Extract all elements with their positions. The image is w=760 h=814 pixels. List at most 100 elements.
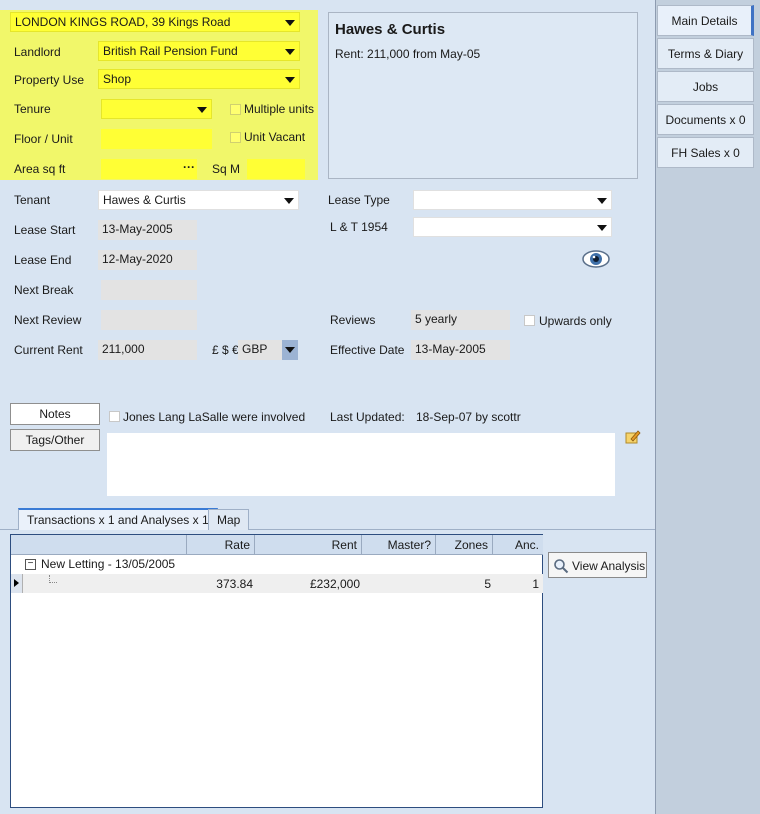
lease-end-value[interactable]: 12-May-2020 bbox=[98, 250, 197, 270]
chevron-down-icon[interactable] bbox=[284, 198, 294, 204]
current-row-icon bbox=[14, 579, 19, 587]
lease-end-label: Lease End bbox=[14, 253, 72, 267]
property-use-value: Shop bbox=[103, 72, 132, 86]
next-review-label: Next Review bbox=[14, 313, 82, 327]
address-value: LONDON KINGS ROAD, 39 Kings Road bbox=[15, 15, 231, 29]
eye-icon[interactable] bbox=[581, 248, 611, 270]
tenure-combo[interactable] bbox=[101, 99, 212, 119]
tab-fh-sales-label: FH Sales x 0 bbox=[671, 146, 740, 160]
tab-map[interactable]: Map bbox=[208, 509, 250, 530]
currency-dropdown-button[interactable] bbox=[282, 340, 298, 360]
cell-rent: £232,000 bbox=[309, 577, 360, 591]
jll-involved-label: Jones Lang LaSalle were involved bbox=[123, 410, 306, 424]
next-break-label: Next Break bbox=[14, 283, 74, 297]
tenant-label: Tenant bbox=[14, 193, 51, 207]
tab-jobs-label: Jobs bbox=[692, 80, 719, 94]
unit-vacant-checkbox[interactable] bbox=[230, 132, 241, 143]
tab-main-details-label: Main Details bbox=[671, 14, 738, 28]
chevron-down-icon[interactable] bbox=[285, 77, 295, 83]
tab-documents[interactable]: Documents x 0 bbox=[657, 104, 754, 135]
cell-anc: 1 bbox=[532, 577, 539, 591]
tab-documents-label: Documents x 0 bbox=[665, 113, 746, 127]
sqm-input[interactable] bbox=[247, 159, 305, 179]
summary-rent: Rent: 211,000 from May-05 bbox=[335, 47, 481, 61]
effective-date-value[interactable]: 13-May-2005 bbox=[411, 340, 510, 360]
tab-transactions[interactable]: Transactions x 1 and Analyses x 1 bbox=[18, 508, 218, 530]
tab-terms-diary-label: Terms & Diary bbox=[667, 47, 744, 61]
sqm-label: Sq M bbox=[212, 162, 241, 176]
grid-header-rate[interactable]: Rate bbox=[187, 535, 255, 555]
tenure-label: Tenure bbox=[14, 102, 51, 116]
grid-header-master[interactable]: Master? bbox=[362, 535, 436, 555]
area-sqft-label: Area sq ft bbox=[14, 162, 66, 176]
tree-connector bbox=[49, 575, 57, 583]
area-ellipsis-button[interactable]: ··· bbox=[181, 159, 197, 179]
tab-jobs[interactable]: Jobs bbox=[657, 71, 754, 102]
last-updated-label: Last Updated: bbox=[330, 410, 405, 424]
lt1954-label: L & T 1954 bbox=[330, 220, 388, 234]
last-updated-value: 18-Sep-07 by scottr bbox=[416, 410, 521, 424]
tab-terms-diary[interactable]: Terms & Diary bbox=[657, 38, 754, 69]
magnifier-icon bbox=[554, 559, 569, 574]
current-rent-label: Current Rent bbox=[14, 343, 83, 357]
chevron-down-icon[interactable] bbox=[285, 20, 295, 26]
chevron-down-icon[interactable] bbox=[597, 225, 607, 231]
property-use-label: Property Use bbox=[14, 73, 85, 87]
multiple-units-label: Multiple units bbox=[244, 102, 315, 116]
area-sqft-input[interactable] bbox=[101, 159, 181, 179]
tab-fh-sales[interactable]: FH Sales x 0 bbox=[657, 137, 754, 168]
summary-title: Hawes & Curtis bbox=[335, 21, 446, 38]
tab-map-label: Map bbox=[217, 513, 241, 527]
view-analysis-button[interactable]: View Analysis bbox=[548, 552, 647, 578]
currency-symbols: £ $ € bbox=[212, 343, 239, 357]
chevron-down-icon[interactable] bbox=[197, 107, 207, 113]
lt1954-combo[interactable] bbox=[413, 217, 612, 237]
view-analysis-label: View Analysis bbox=[572, 559, 646, 573]
lease-type-combo[interactable] bbox=[413, 190, 612, 210]
notes-textarea[interactable] bbox=[107, 433, 615, 496]
tenant-value: Hawes & Curtis bbox=[103, 193, 186, 207]
currency-combo[interactable]: GBP bbox=[238, 340, 298, 360]
property-highlight-area bbox=[0, 10, 318, 180]
chevron-down-icon[interactable] bbox=[597, 198, 607, 204]
collapse-icon[interactable]: − bbox=[25, 559, 36, 570]
lease-type-label: Lease Type bbox=[328, 193, 390, 207]
reviews-value[interactable]: 5 yearly bbox=[411, 310, 510, 330]
currency-value: GBP bbox=[242, 342, 268, 356]
row-selector[interactable] bbox=[11, 574, 23, 593]
tab-transactions-label: Transactions x 1 and Analyses x 1 bbox=[27, 513, 209, 527]
reviews-label: Reviews bbox=[330, 313, 376, 327]
floor-unit-input[interactable] bbox=[101, 129, 212, 149]
landlord-combo[interactable]: British Rail Pension Fund bbox=[98, 41, 300, 61]
jll-involved-checkbox[interactable] bbox=[109, 411, 120, 422]
current-rent-value[interactable]: 211,000 bbox=[98, 340, 197, 360]
grid-header-zones[interactable]: Zones bbox=[436, 535, 493, 555]
chevron-down-icon[interactable] bbox=[285, 49, 295, 55]
lease-start-label: Lease Start bbox=[14, 223, 76, 237]
tab-main-details[interactable]: Main Details bbox=[657, 5, 754, 36]
tenant-combo[interactable]: Hawes & Curtis bbox=[98, 190, 299, 210]
tags-other-button[interactable]: Tags/Other bbox=[10, 429, 100, 451]
landlord-label: Landlord bbox=[14, 45, 61, 59]
chevron-down-icon[interactable] bbox=[285, 347, 295, 353]
upwards-only-label: Upwards only bbox=[539, 314, 612, 328]
cell-zones: 5 bbox=[484, 577, 491, 591]
notes-button[interactable]: Notes bbox=[10, 403, 100, 425]
property-use-combo[interactable]: Shop bbox=[98, 69, 300, 89]
next-review-value[interactable] bbox=[101, 310, 197, 330]
grid-header-anc[interactable]: Anc. bbox=[493, 535, 543, 555]
address-combo[interactable]: LONDON KINGS ROAD, 39 Kings Road bbox=[10, 12, 300, 32]
floor-unit-label: Floor / Unit bbox=[14, 132, 73, 146]
right-tab-panel: Main Details Terms & Diary Jobs Document… bbox=[655, 0, 760, 814]
grid-header-blank bbox=[11, 535, 187, 555]
multiple-units-checkbox[interactable] bbox=[230, 104, 241, 115]
cell-rate: 373.84 bbox=[216, 577, 253, 591]
lease-start-value[interactable]: 13-May-2005 bbox=[98, 220, 197, 240]
effective-date-label: Effective Date bbox=[330, 343, 405, 357]
next-break-value[interactable] bbox=[101, 280, 197, 300]
unit-vacant-label: Unit Vacant bbox=[244, 130, 306, 144]
grid-header-rent[interactable]: Rent bbox=[255, 535, 362, 555]
edit-note-icon[interactable] bbox=[624, 428, 642, 446]
group-row-label: New Letting - 13/05/2005 bbox=[41, 557, 176, 571]
upwards-only-checkbox[interactable] bbox=[524, 315, 535, 326]
